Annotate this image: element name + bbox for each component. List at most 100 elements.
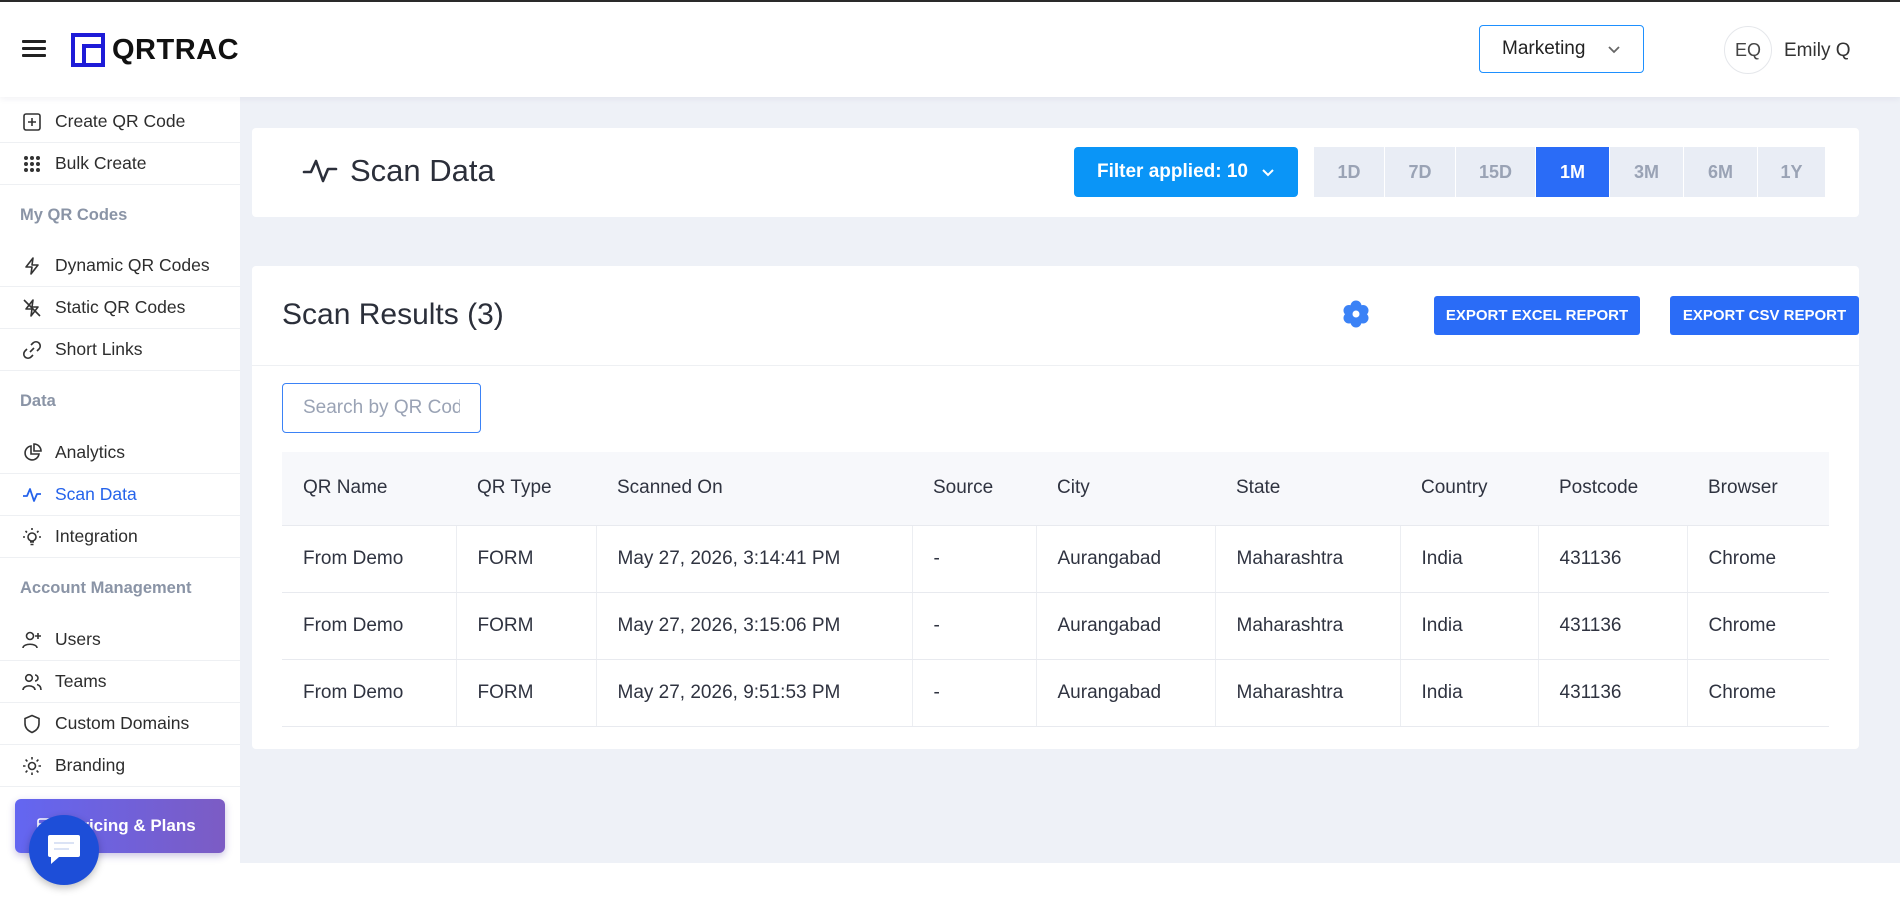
organization-select-value: Marketing	[1502, 38, 1586, 59]
sidebar-item-branding[interactable]: Branding	[0, 745, 240, 787]
cell-postcode: 431136	[1537, 659, 1687, 727]
chat-widget-button[interactable]	[29, 815, 99, 885]
app-name: QRTRAC	[112, 33, 240, 66]
sidebar-item-label: Create QR Code	[55, 111, 186, 131]
cell-city: Aurangabad	[1035, 525, 1215, 593]
range-6m[interactable]: 6M	[1684, 147, 1758, 197]
cell-scanned-on: May 27, 2026, 3:14:41 PM	[595, 525, 912, 593]
section-data: Data	[20, 392, 56, 410]
sun-icon	[23, 756, 41, 775]
search-input[interactable]	[282, 383, 481, 433]
column-header[interactable]: Source	[912, 452, 1036, 526]
lightbulb-icon	[23, 527, 41, 545]
cell-qr-type: FORM	[455, 525, 596, 593]
cell-state: Maharashtra	[1214, 592, 1400, 660]
section-account-management: Account Management	[20, 579, 192, 597]
scan-results-card: Scan Results (3) EXPORT EXCEL REPORT EXP…	[252, 266, 1859, 749]
sidebar-item-users[interactable]: Users	[0, 619, 240, 661]
cell-country: India	[1399, 659, 1538, 727]
sidebar-item-static-qr-codes[interactable]: Static QR Codes	[0, 287, 240, 329]
range-1m[interactable]: 1M	[1536, 147, 1610, 197]
lightning-off-icon	[23, 298, 41, 317]
column-header[interactable]: Postcode	[1538, 452, 1687, 526]
pie-chart-icon	[24, 442, 42, 461]
logo[interactable]: QRTRAC	[70, 32, 239, 68]
sidebar-item-label: Integration	[55, 526, 138, 546]
cell-qr-type: FORM	[455, 592, 596, 660]
users-icon	[22, 673, 42, 690]
sidebar-item-create-qr-code[interactable]: Create QR Code	[0, 101, 240, 143]
scan-data-header-card: Scan Data Filter applied: 10 1D 7D 15D 1…	[252, 128, 1859, 217]
sidebar-item-label: Dynamic QR Codes	[55, 255, 210, 275]
grid-dots-icon	[24, 155, 40, 172]
cell-scanned-on: May 27, 2026, 9:51:53 PM	[595, 659, 912, 727]
cell-browser: Chrome	[1686, 592, 1829, 660]
sidebar-item-label: Short Links	[55, 339, 143, 359]
sidebar: Create QR Code Bulk Create My QR Codes D…	[0, 97, 240, 911]
cell-country: India	[1399, 592, 1538, 660]
sidebar-item-custom-domains[interactable]: Custom Domains	[0, 703, 240, 745]
export-excel-button[interactable]: EXPORT EXCEL REPORT	[1434, 296, 1640, 335]
cell-qr-name: From Demo	[282, 525, 456, 593]
sidebar-item-label: Teams	[55, 671, 107, 691]
export-csv-button[interactable]: EXPORT CSV REPORT	[1670, 296, 1859, 335]
range-1y[interactable]: 1Y	[1758, 147, 1826, 197]
filter-label: Filter applied: 10	[1097, 161, 1248, 182]
sidebar-item-label: Users	[55, 629, 101, 649]
organization-select[interactable]: Marketing	[1479, 25, 1644, 73]
plus-square-icon	[23, 112, 41, 131]
cell-browser: Chrome	[1686, 525, 1829, 593]
sidebar-item-label: Analytics	[55, 442, 126, 462]
cell-postcode: 431136	[1537, 525, 1687, 593]
lightning-icon	[25, 256, 39, 275]
table-header-row: QR Name QR Type Scanned On Source City S…	[282, 452, 1829, 526]
sidebar-item-bulk-create[interactable]: Bulk Create	[0, 143, 240, 185]
cell-postcode: 431136	[1537, 592, 1687, 660]
avatar[interactable]: EQ	[1724, 26, 1772, 74]
cell-state: Maharashtra	[1214, 659, 1400, 727]
menu-icon[interactable]	[22, 40, 46, 58]
date-range-selector: 1D 7D 15D 1M 3M 6M 1Y	[1314, 147, 1826, 197]
range-15d[interactable]: 15D	[1456, 147, 1536, 197]
cell-city: Aurangabad	[1035, 659, 1215, 727]
range-1d[interactable]: 1D	[1314, 147, 1385, 197]
cell-source: -	[911, 659, 1036, 727]
sidebar-item-analytics[interactable]: Analytics	[0, 432, 240, 474]
table-row[interactable]: From Demo FORM May 27, 2026, 9:51:53 PM …	[282, 659, 1829, 727]
column-header[interactable]: QR Name	[282, 452, 456, 526]
cell-browser: Chrome	[1686, 659, 1829, 727]
divider	[252, 365, 1859, 366]
cell-qr-type: FORM	[455, 659, 596, 727]
column-header[interactable]: Country	[1400, 452, 1538, 526]
sidebar-item-label: Static QR Codes	[55, 297, 186, 317]
column-header[interactable]: Scanned On	[596, 452, 912, 526]
column-header[interactable]: Browser	[1687, 452, 1829, 526]
column-header[interactable]: City	[1036, 452, 1215, 526]
user-plus-icon	[22, 631, 41, 648]
sidebar-item-scan-data[interactable]: Scan Data	[0, 474, 240, 516]
cell-scanned-on: May 27, 2026, 3:15:06 PM	[595, 592, 912, 660]
range-3m[interactable]: 3M	[1610, 147, 1684, 197]
column-header[interactable]: State	[1215, 452, 1400, 526]
settings-gear-icon[interactable]	[1340, 298, 1372, 330]
cell-state: Maharashtra	[1214, 525, 1400, 593]
qrtrac-logo-icon	[71, 33, 105, 67]
column-header[interactable]: QR Type	[456, 452, 596, 526]
sidebar-item-integration[interactable]: Integration	[0, 516, 240, 558]
chevron-down-icon	[1608, 46, 1620, 54]
scan-results-table: QR Name QR Type Scanned On Source City S…	[282, 452, 1829, 727]
table-row[interactable]: From Demo FORM May 27, 2026, 3:14:41 PM …	[282, 525, 1829, 593]
sidebar-item-label: Bulk Create	[55, 153, 147, 173]
table-row[interactable]: From Demo FORM May 27, 2026, 3:15:06 PM …	[282, 592, 1829, 660]
range-7d[interactable]: 7D	[1385, 147, 1456, 197]
chat-icon	[48, 835, 80, 864]
sidebar-item-dynamic-qr-codes[interactable]: Dynamic QR Codes	[0, 245, 240, 287]
activity-icon	[302, 159, 338, 183]
filter-dropdown-button[interactable]: Filter applied: 10	[1074, 147, 1298, 197]
user-name[interactable]: Emily Q	[1784, 40, 1851, 62]
cell-city: Aurangabad	[1035, 592, 1215, 660]
chevron-down-icon	[1262, 169, 1274, 177]
top-bar: QRTRAC Marketing EQ Emily Q	[0, 2, 1900, 97]
sidebar-item-short-links[interactable]: Short Links	[0, 329, 240, 371]
sidebar-item-teams[interactable]: Teams	[0, 661, 240, 703]
